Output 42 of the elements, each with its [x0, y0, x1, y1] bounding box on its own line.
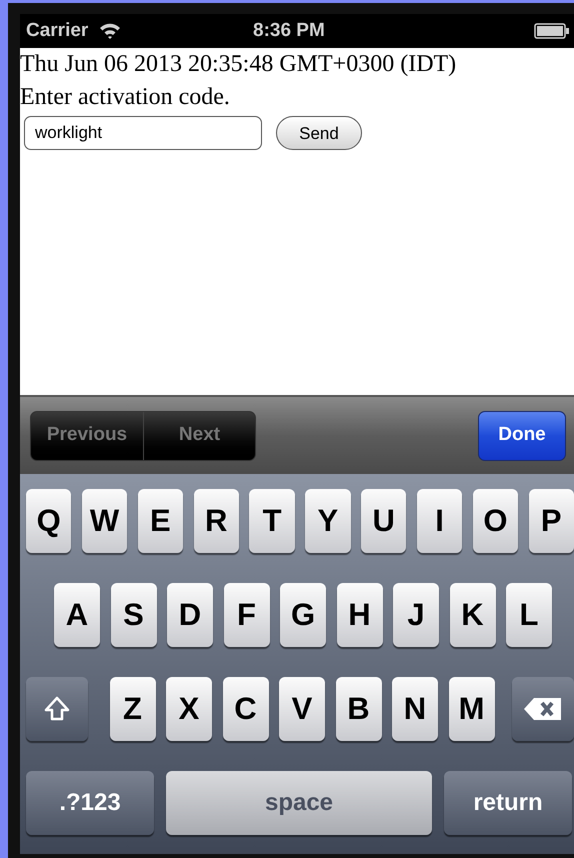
keyboard-key[interactable]: L — [506, 583, 552, 647]
battery-icon — [534, 23, 570, 39]
keyboard-key[interactable]: W — [82, 489, 128, 553]
keyboard-key[interactable]: Z — [110, 677, 156, 741]
keyboard-key[interactable]: M — [448, 677, 494, 741]
send-button[interactable]: Send — [276, 116, 362, 150]
keyboard-key[interactable]: R — [194, 489, 239, 553]
done-button[interactable]: Done — [478, 410, 566, 460]
keyboard-key[interactable]: I — [416, 489, 462, 553]
keyboard-key[interactable]: S — [110, 583, 156, 647]
prompt-text: Enter activation code. — [20, 83, 230, 112]
activation-code-field[interactable]: worklight — [24, 116, 262, 150]
numbers-key[interactable]: .?123 — [26, 771, 154, 835]
keyboard-key[interactable]: F — [224, 583, 270, 647]
keyboard-key[interactable]: B — [336, 677, 382, 741]
keyboard-key[interactable]: D — [167, 583, 213, 647]
keyboard-key[interactable]: X — [166, 677, 212, 741]
keyboard-key[interactable]: V — [279, 677, 325, 741]
keyboard-key[interactable]: A — [54, 583, 100, 647]
keyboard-key[interactable]: U — [361, 489, 406, 553]
keyboard-key[interactable]: H — [336, 583, 382, 647]
keyboard-key[interactable]: K — [450, 583, 496, 647]
date-text: Thu Jun 06 2013 20:35:48 GMT+0300 (IDT) — [20, 50, 456, 79]
keyboard-key[interactable]: T — [249, 489, 295, 553]
keyboard-key[interactable]: Q — [26, 489, 72, 553]
wifi-icon — [98, 22, 122, 40]
keyboard-key[interactable]: E — [138, 489, 184, 553]
delete-key[interactable] — [512, 677, 574, 741]
shift-key[interactable] — [26, 677, 88, 741]
keyboard-key[interactable]: C — [222, 677, 268, 741]
keyboard-key[interactable]: P — [528, 489, 574, 553]
status-time: 8:36 PM — [253, 18, 325, 43]
keyboard-key[interactable]: N — [392, 677, 438, 741]
keyboard-key[interactable]: J — [393, 583, 439, 647]
keyboard-key[interactable]: Y — [305, 489, 351, 553]
shift-icon — [43, 695, 71, 723]
keyboard-key[interactable]: G — [280, 583, 326, 647]
backspace-icon — [522, 695, 564, 723]
space-key[interactable]: space — [166, 771, 432, 835]
keyboard-key[interactable]: O — [472, 489, 518, 553]
carrier-label: Carrier — [26, 18, 88, 43]
return-key[interactable]: return — [444, 771, 572, 835]
